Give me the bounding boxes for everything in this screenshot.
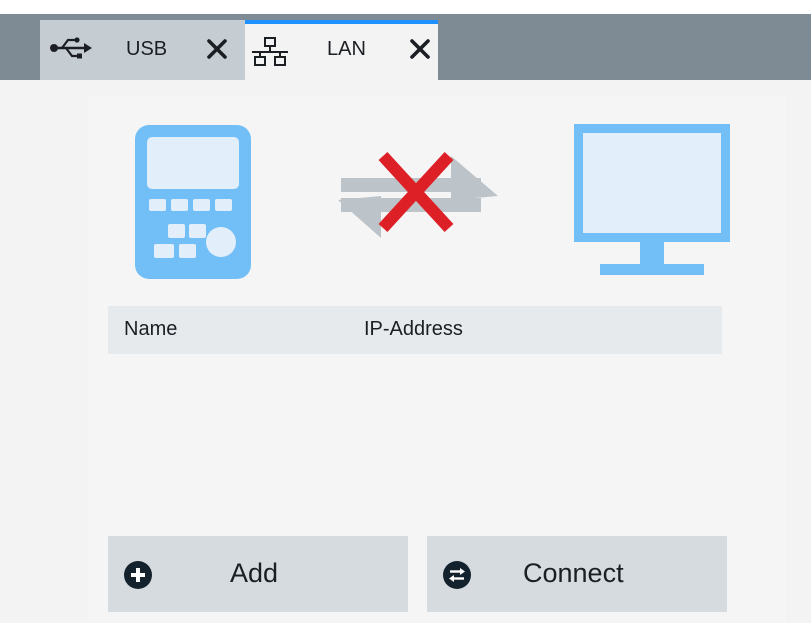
plus-circle-icon — [124, 561, 152, 589]
close-icon[interactable] — [403, 32, 437, 66]
tab-bar: USB LAN — [0, 14, 811, 80]
table-header: Name IP-Address — [108, 306, 722, 354]
network-icon — [251, 36, 289, 68]
top-strip — [0, 0, 811, 14]
column-header-name[interactable]: Name — [124, 318, 177, 341]
handheld-instrument-icon — [134, 124, 252, 285]
usb-icon — [48, 36, 92, 60]
disconnected-icon — [333, 148, 503, 249]
tab-usb-label: USB — [126, 38, 168, 60]
connect-button[interactable]: Connect — [427, 536, 727, 612]
tab-lan-label: LAN — [327, 38, 366, 60]
connect-button-label: Connect — [523, 558, 624, 588]
tab-usb[interactable]: USB — [40, 20, 245, 80]
column-header-ip-address[interactable]: IP-Address — [364, 318, 463, 341]
swap-circle-icon — [443, 561, 471, 589]
device-list[interactable] — [108, 354, 722, 504]
monitor-icon — [570, 124, 734, 285]
tab-lan[interactable]: LAN — [245, 20, 438, 80]
add-button[interactable]: Add — [108, 536, 408, 612]
add-button-label: Add — [230, 558, 279, 588]
close-icon[interactable] — [200, 32, 234, 66]
